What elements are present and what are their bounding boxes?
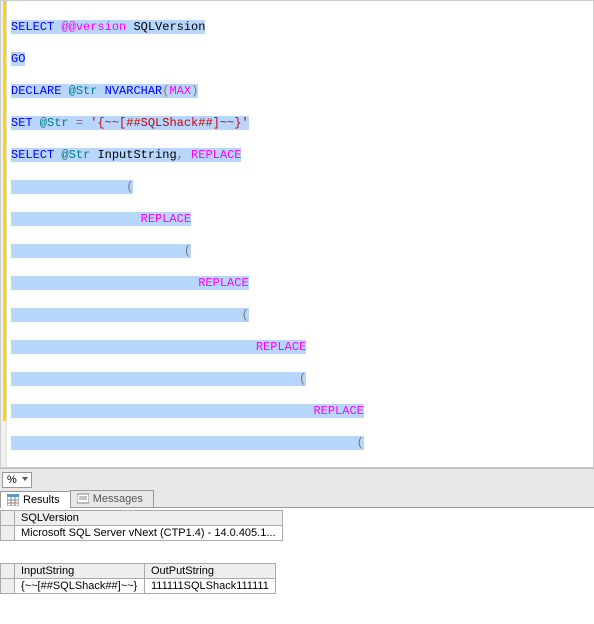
col-header[interactable]: InputString — [15, 564, 145, 579]
zoom-select[interactable]: % — [2, 472, 32, 488]
grid-icon — [7, 494, 19, 506]
tab-results[interactable]: Results — [0, 491, 71, 508]
tab-label: Messages — [93, 493, 143, 505]
cell[interactable]: 111111SQLShack111111 — [145, 579, 276, 594]
code-area[interactable]: SELECT @@version SQLVersion GO DECLARE @… — [7, 1, 593, 467]
result-grid-2[interactable]: InputString OutPutString {~~[##SQLShack#… — [0, 563, 594, 594]
col-header[interactable]: OutPutString — [145, 564, 276, 579]
keyword: SELECT — [11, 20, 54, 34]
code-editor[interactable]: SELECT @@version SQLVersion GO DECLARE @… — [0, 0, 594, 468]
editor-gutter — [1, 1, 7, 467]
table-row[interactable]: {~~[##SQLShack##]~~} 111111SQLShack11111… — [1, 579, 276, 594]
row-header[interactable] — [1, 526, 15, 541]
row-header-blank — [1, 511, 15, 526]
row-header[interactable] — [1, 579, 15, 594]
cell[interactable]: {~~[##SQLShack##]~~} — [15, 579, 145, 594]
results-tabs: Results Messages — [0, 490, 594, 508]
messages-icon — [77, 493, 89, 505]
result-grid-1[interactable]: SQLVersion Microsoft SQL Server vNext (C… — [0, 510, 594, 541]
cell[interactable]: Microsoft SQL Server vNext (CTP1.4) - 14… — [15, 526, 283, 541]
table-row[interactable]: Microsoft SQL Server vNext (CTP1.4) - 14… — [1, 526, 283, 541]
results-panel: SQLVersion Microsoft SQL Server vNext (C… — [0, 510, 594, 624]
row-header-blank — [1, 564, 15, 579]
col-header[interactable]: SQLVersion — [15, 511, 283, 526]
tab-label: Results — [23, 494, 60, 506]
zoom-bar: % — [0, 468, 594, 490]
tab-messages[interactable]: Messages — [70, 490, 154, 507]
